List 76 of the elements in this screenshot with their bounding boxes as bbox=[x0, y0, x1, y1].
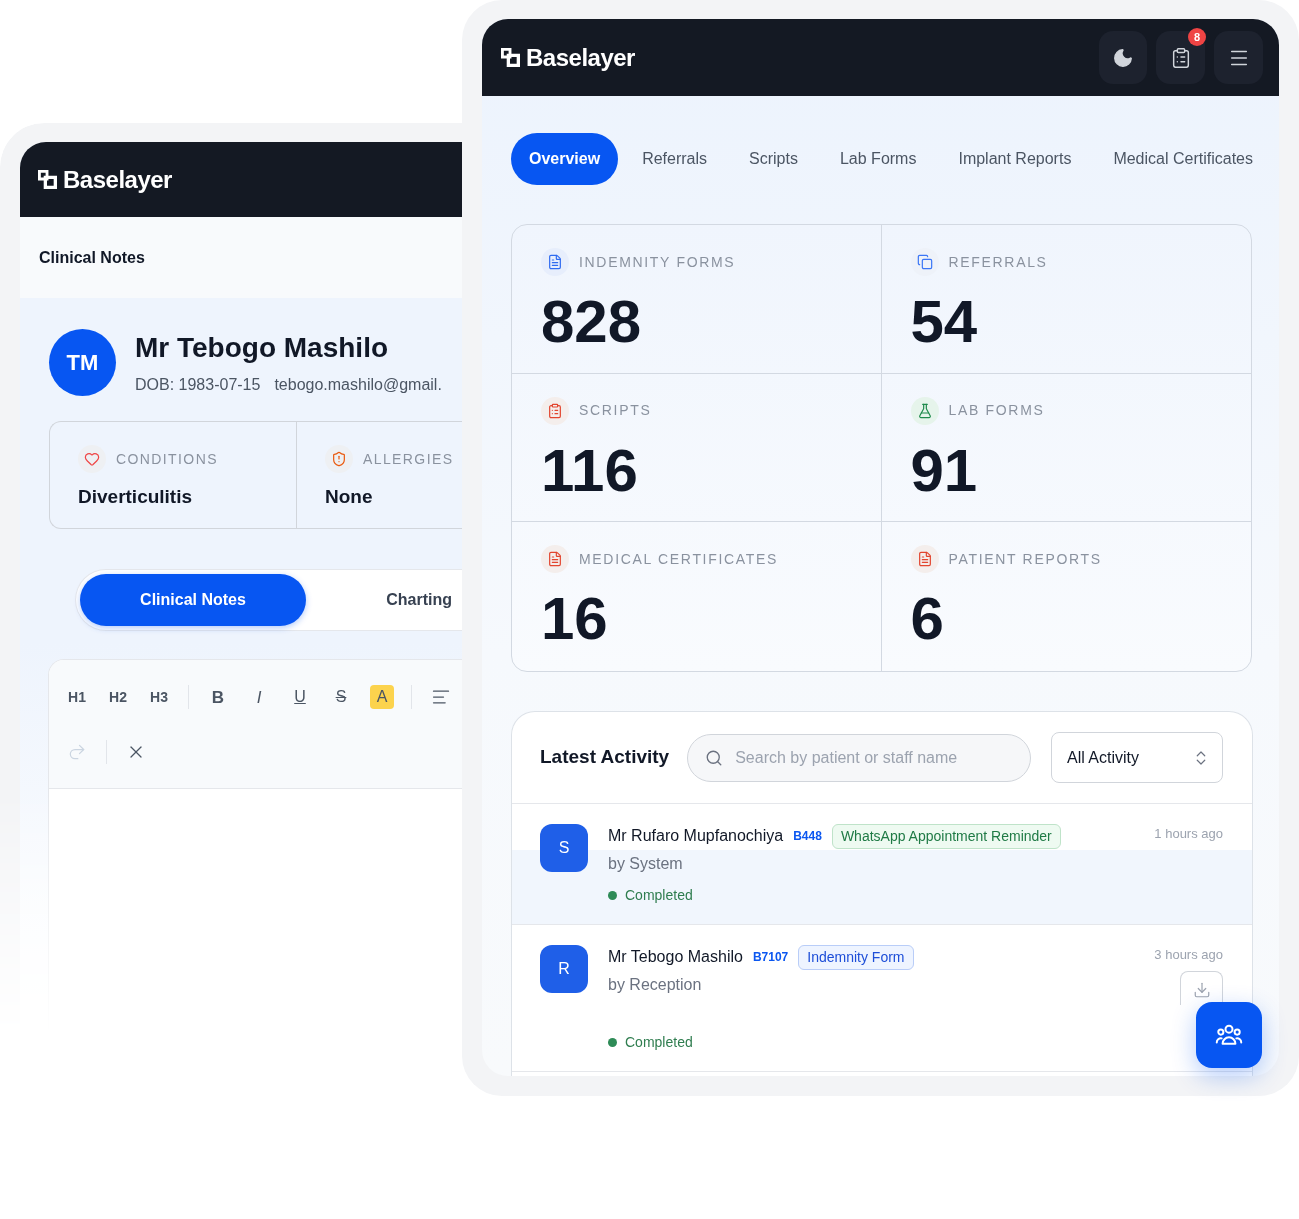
download-icon bbox=[1192, 981, 1211, 999]
clipboard-icon bbox=[541, 396, 569, 425]
heading-button[interactable]: H1 bbox=[65, 685, 89, 709]
document-icon bbox=[910, 545, 939, 574]
stat-value: 828 bbox=[541, 292, 642, 352]
logo-text: Baselayer bbox=[63, 167, 172, 192]
logo-icon bbox=[501, 48, 520, 67]
tab[interactable]: Implant Reports bbox=[940, 133, 1090, 185]
document-icon bbox=[541, 545, 569, 574]
tab[interactable]: Charting bbox=[306, 574, 462, 626]
highlight-button[interactable]: A bbox=[370, 685, 394, 709]
stat-label: REFERRALS bbox=[948, 252, 1048, 272]
stat-label: MEDICAL CERTIFICATES bbox=[579, 549, 779, 569]
stat-value: 54 bbox=[910, 292, 978, 352]
stat-value: 116 bbox=[541, 440, 638, 501]
patient-name: Mr Tebogo Mashilo bbox=[135, 331, 389, 365]
activity-tag: Indemnity Form bbox=[798, 944, 914, 970]
summary-value: None bbox=[325, 485, 373, 509]
stat-label: LAB FORMS bbox=[948, 401, 1045, 421]
tab[interactable]: Clinical Notes bbox=[80, 574, 306, 626]
avatar-initial: R bbox=[540, 945, 588, 993]
patient-name: Mr Rufaro Mupfanochiya bbox=[608, 826, 784, 846]
shield-alert-icon bbox=[325, 445, 353, 473]
summary-label: CONDITIONS bbox=[116, 449, 218, 469]
stat-value: 6 bbox=[910, 589, 944, 650]
document-icon bbox=[541, 248, 569, 276]
tab[interactable]: Lab Forms bbox=[821, 133, 935, 185]
tab[interactable]: Scripts bbox=[731, 133, 816, 185]
group-button[interactable] bbox=[1196, 1002, 1262, 1068]
tab[interactable]: Referrals bbox=[624, 133, 726, 185]
logo-icon bbox=[38, 170, 57, 189]
patient-code: B448 bbox=[793, 828, 822, 845]
avatar-initials: TM bbox=[49, 329, 116, 396]
logo-text: Baselayer bbox=[526, 45, 635, 70]
underline-button[interactable]: U bbox=[288, 685, 312, 709]
menu-button[interactable] bbox=[1214, 31, 1263, 84]
activity-filter-select[interactable]: All Activity bbox=[1051, 732, 1223, 783]
activity-title: Latest Activity bbox=[540, 745, 670, 770]
stat-value: 16 bbox=[541, 589, 608, 650]
moon-icon bbox=[1112, 46, 1134, 69]
clipboard-button[interactable]: 8 bbox=[1156, 31, 1205, 84]
search-bar[interactable]: Search by patient or staff name bbox=[687, 733, 1031, 782]
bold-button[interactable]: B bbox=[206, 685, 230, 709]
search-icon bbox=[705, 748, 724, 767]
stat-label: SCRIPTS bbox=[579, 401, 652, 421]
stat-value: 91 bbox=[910, 440, 978, 501]
patient-code: B7107 bbox=[752, 949, 789, 966]
activity-time: 3 hours ago bbox=[1154, 946, 1223, 964]
search-field[interactable]: Search by patient or staff name bbox=[735, 745, 1013, 770]
activity-status: Completed bbox=[625, 1032, 693, 1052]
italic-button[interactable]: I bbox=[247, 685, 271, 709]
notification-badge: 8 bbox=[1188, 28, 1206, 46]
page-title: Clinical Notes bbox=[39, 247, 145, 268]
stat-label: PATIENT REPORTS bbox=[948, 549, 1102, 569]
avatar-initial: S bbox=[540, 824, 588, 872]
heading-button[interactable]: H3 bbox=[147, 685, 171, 709]
flask-icon bbox=[910, 396, 939, 425]
summary-label: ALLERGIES bbox=[363, 449, 454, 469]
tab[interactable]: Medical Certificates bbox=[1095, 133, 1271, 185]
activity-author: by Reception bbox=[608, 975, 702, 995]
activity-author: by System bbox=[608, 854, 683, 874]
strikethrough-button[interactable]: S bbox=[329, 685, 353, 709]
stat-label: INDEMNITY FORMS bbox=[579, 252, 736, 272]
curved-arrow-icon bbox=[67, 742, 87, 762]
patient-name: Mr Tebogo Mashilo bbox=[608, 947, 743, 967]
activity-tag: WhatsApp Appointment Reminder bbox=[831, 823, 1061, 849]
tab[interactable]: Overview bbox=[511, 133, 619, 185]
patient-email: tebogo.mashilo@gmail. bbox=[274, 375, 442, 395]
copy-icon bbox=[910, 248, 939, 276]
activity-time: 1 hours ago bbox=[1154, 825, 1223, 843]
download-button[interactable] bbox=[1180, 971, 1223, 1005]
activity-status: Completed bbox=[625, 885, 693, 905]
patient-dob: DOB: 1983-07-15 bbox=[135, 375, 261, 395]
summary-value: Diverticulitis bbox=[78, 485, 193, 509]
heading-button[interactable]: H2 bbox=[106, 685, 130, 709]
dark-mode-button[interactable] bbox=[1099, 31, 1147, 84]
